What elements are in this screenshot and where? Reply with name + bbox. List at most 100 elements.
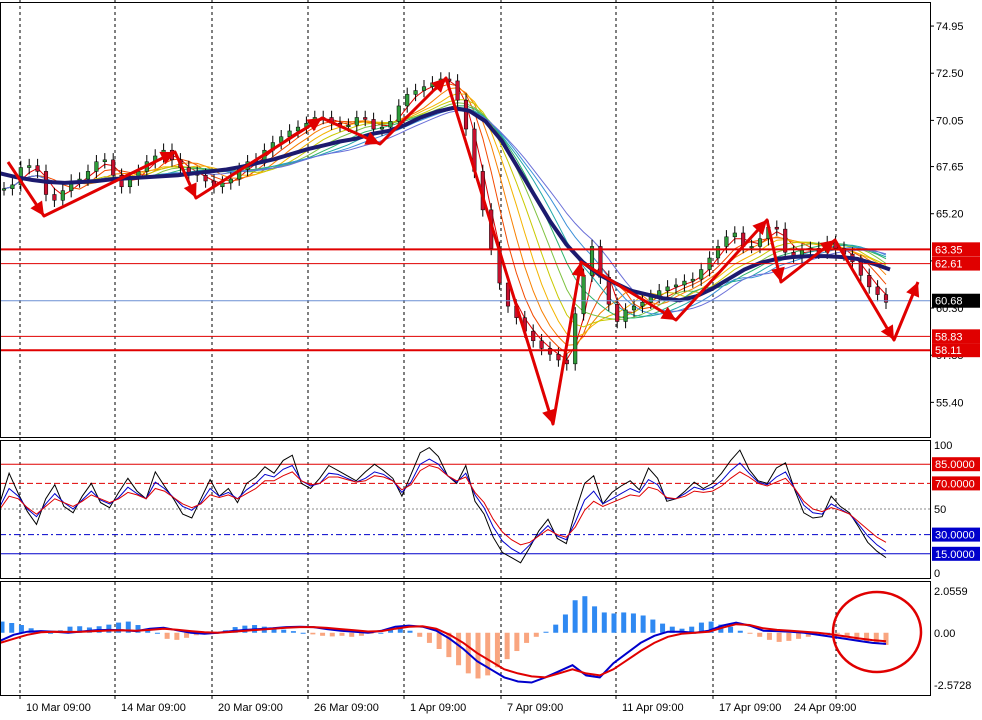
macd-histogram-bar <box>18 625 24 633</box>
macd-histogram-bar <box>494 632 500 668</box>
macd-histogram-bar <box>786 632 792 641</box>
price-level-badge: 58.11 <box>932 343 980 358</box>
stochastic-panel[interactable] <box>0 446 930 564</box>
price-tick-label: 67.65 <box>936 162 964 174</box>
macd-histogram-bar <box>650 619 656 633</box>
candlestick <box>60 183 65 207</box>
macd-histogram-bar <box>456 632 462 666</box>
ribbon-ma-line <box>3 102 887 321</box>
price-level-badge: 15.0000 <box>932 546 980 561</box>
macd-histogram-bar <box>154 632 160 634</box>
macd-histogram-bar <box>417 632 423 637</box>
macd-histogram-bar <box>630 613 636 633</box>
macd-histogram-bar <box>514 632 520 652</box>
trading-chart-window[interactable]: 74.9572.5070.0567.6565.2062.7560.3057.85… <box>0 0 982 720</box>
price-level-badge: 60.68 <box>932 293 980 308</box>
macd-histogram-bar <box>300 632 306 634</box>
macd-histogram-bar <box>553 624 559 633</box>
macd-histogram-bar <box>757 632 763 637</box>
macd-histogram-bar <box>660 623 666 633</box>
macd-histogram-bar <box>378 632 384 634</box>
time-tick-label: 17 Apr 09:00 <box>719 702 781 714</box>
candlestick <box>52 187 57 207</box>
macd-histogram-bar <box>533 632 539 637</box>
svg-text:62.61: 62.61 <box>935 259 963 271</box>
svg-text:70.0000: 70.0000 <box>935 478 975 490</box>
price-panel[interactable] <box>0 72 930 426</box>
stochastic-tick-label: 100 <box>934 440 952 452</box>
price-tick-label: 72.50 <box>936 68 964 80</box>
macd-histogram-bar <box>349 632 355 637</box>
candlestick <box>799 243 805 263</box>
macd-histogram-bar <box>174 632 180 640</box>
ribbon-ma-line <box>3 108 887 315</box>
stochastic-tick-label: 50 <box>934 504 946 516</box>
price-tick-label: 65.20 <box>936 209 964 221</box>
macd-histogram-bar <box>582 596 588 633</box>
time-tick-label: 7 Apr 09:00 <box>507 702 563 714</box>
macd-histogram-bar <box>320 632 326 636</box>
stochastic-line <box>0 446 887 564</box>
macd-histogram-bar <box>426 632 432 643</box>
stochastic-line <box>0 458 887 555</box>
macd-histogram-bar <box>436 632 442 649</box>
candlestick <box>69 174 74 198</box>
macd-histogram-bar <box>310 632 316 635</box>
time-tick-label: 10 Mar 09:00 <box>26 702 91 714</box>
macd-tick-label: 0.00 <box>934 628 955 640</box>
svg-text:60.68: 60.68 <box>935 296 963 308</box>
svg-text:85.0000: 85.0000 <box>935 459 975 471</box>
macd-histogram-bar <box>329 632 335 637</box>
candlestick <box>732 226 737 244</box>
candlestick <box>1 181 7 196</box>
macd-histogram-bar <box>621 612 627 633</box>
price-scale: 74.9572.5070.0567.6565.2062.7560.3057.85… <box>930 21 980 692</box>
macd-histogram-bar <box>834 632 840 634</box>
ribbon-ma-line <box>3 80 887 361</box>
candlestick <box>547 341 553 361</box>
candlestick <box>573 307 578 371</box>
macd-histogram-bar <box>524 632 530 643</box>
ribbon-ma-line <box>3 106 887 317</box>
time-tick-label: 20 Mar 09:00 <box>218 702 283 714</box>
svg-text:58.11: 58.11 <box>935 345 962 357</box>
candlestick <box>94 155 99 179</box>
price-level-badge: 85.0000 <box>932 457 980 472</box>
chart-canvas[interactable]: 74.9572.5070.0567.6565.2062.7560.3057.85… <box>0 0 982 720</box>
macd-histogram-bar <box>776 632 782 642</box>
price-level-badge: 58.83 <box>932 329 980 344</box>
price-level-badge: 30.0000 <box>932 527 980 542</box>
candlestick <box>35 158 40 179</box>
macd-histogram-bar <box>747 632 753 634</box>
macd-histogram-bar <box>290 631 296 633</box>
macd-histogram-bar <box>766 632 772 640</box>
macd-histogram-bar <box>601 612 607 633</box>
moving-average-thick-line <box>0 105 891 303</box>
candlestick <box>774 220 779 236</box>
candlestick <box>354 110 359 132</box>
candlestick <box>699 262 704 286</box>
candlestick <box>10 178 15 196</box>
macd-histogram-bar <box>640 615 646 633</box>
macd-histogram-bar <box>281 629 287 633</box>
candlestick <box>883 287 889 310</box>
macd-histogram-bar <box>339 632 345 636</box>
macd-histogram-bar <box>737 630 743 633</box>
svg-text:58.83: 58.83 <box>935 331 963 343</box>
candlestick <box>539 334 544 356</box>
ribbon-ma-line <box>3 110 887 312</box>
macd-histogram-bar <box>562 614 568 633</box>
price-level-badge: 62.61 <box>932 256 980 271</box>
ribbon-ma-line <box>3 99 887 328</box>
macd-panel[interactable] <box>0 590 923 684</box>
candlestick <box>102 153 107 169</box>
highlight-circle <box>831 590 923 674</box>
price-level-badge: 70.0000 <box>932 476 980 491</box>
macd-histogram-bar <box>611 613 617 633</box>
price-tick-label: 74.95 <box>936 21 964 33</box>
price-tick-label: 55.40 <box>936 397 964 409</box>
arrow-head-icon <box>30 200 44 216</box>
ribbon-ma-line <box>3 105 887 319</box>
candlestick <box>153 149 158 169</box>
time-tick-label: 11 Apr 09:00 <box>622 702 684 714</box>
